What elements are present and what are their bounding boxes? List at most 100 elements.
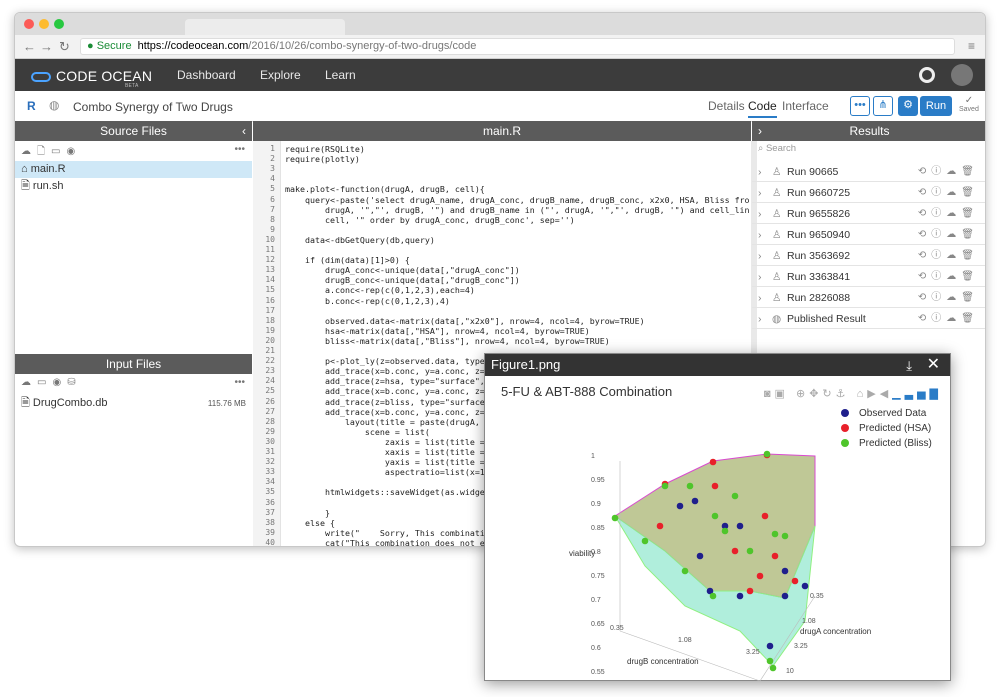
download-icon[interactable]: ☁: [946, 250, 961, 261]
info-icon[interactable]: ⓘ: [931, 187, 946, 198]
tab-code[interactable]: Code: [748, 99, 777, 118]
history-icon[interactable]: ⟲: [918, 292, 931, 303]
reload-icon[interactable]: ↻: [59, 39, 70, 55]
history-icon[interactable]: ⟲: [918, 229, 931, 240]
download-icon[interactable]: ⤓: [906, 355, 912, 377]
trash-icon[interactable]: 🗑: [961, 208, 979, 219]
trash-icon[interactable]: 🗑: [961, 166, 979, 177]
new-file-icon[interactable]: 🗋: [37, 146, 45, 157]
browser-tab[interactable]: [185, 19, 345, 35]
bliss-point[interactable]: [746, 547, 754, 555]
history-icon[interactable]: ⟲: [918, 313, 931, 324]
history-icon[interactable]: ⟲: [918, 271, 931, 282]
bliss-point[interactable]: [681, 567, 689, 575]
history-icon[interactable]: ⟲: [918, 208, 931, 219]
chevron-right-icon[interactable]: ›: [758, 225, 762, 245]
file-item[interactable]: ⌂ main.R: [15, 161, 252, 178]
info-icon[interactable]: ⓘ: [931, 271, 946, 282]
hsa-point[interactable]: [731, 547, 739, 555]
download-icon[interactable]: ☁: [946, 208, 961, 219]
bliss-point[interactable]: [781, 532, 789, 540]
result-row[interactable]: › ♙ Run 9655826 ⟲ⓘ☁🗑: [752, 204, 985, 224]
brand-logo[interactable]: CODE OCEAN BETA: [31, 68, 152, 89]
observed-point[interactable]: [781, 592, 789, 600]
close-window-icon[interactable]: [24, 19, 34, 29]
nav-learn[interactable]: Learn: [325, 68, 356, 82]
hsa-point[interactable]: [791, 577, 799, 585]
result-row[interactable]: › ♙ Run 3363841 ⟲ⓘ☁🗑: [752, 267, 985, 287]
result-row[interactable]: › ♙ Run 90665 ⟲ⓘ☁🗑: [752, 162, 985, 182]
bliss-point[interactable]: [721, 527, 729, 535]
download-icon[interactable]: ☁: [946, 292, 961, 303]
hsa-point[interactable]: [761, 512, 769, 520]
observed-point[interactable]: [736, 522, 744, 530]
more-icon[interactable]: •••: [234, 377, 245, 388]
hsa-point[interactable]: [771, 552, 779, 560]
menu-icon[interactable]: ≡: [968, 39, 975, 53]
observed-point[interactable]: [696, 552, 704, 560]
hsa-point[interactable]: [656, 522, 664, 530]
more-icon[interactable]: •••: [234, 144, 245, 155]
collapse-left-icon[interactable]: ‹: [242, 121, 246, 141]
chevron-right-icon[interactable]: ›: [758, 246, 762, 266]
bliss-point[interactable]: [711, 512, 719, 520]
result-row[interactable]: › ♙ Run 9660725 ⟲ⓘ☁🗑: [752, 183, 985, 203]
result-row[interactable]: › ♙ Run 9650940 ⟲ⓘ☁🗑: [752, 225, 985, 245]
back-icon[interactable]: ←: [23, 39, 36, 54]
observed-point[interactable]: [691, 497, 699, 505]
chevron-right-icon[interactable]: ›: [758, 162, 762, 182]
settings-button[interactable]: ⚙: [898, 96, 918, 116]
info-icon[interactable]: ⓘ: [931, 250, 946, 261]
observed-point[interactable]: [781, 567, 789, 575]
collapse-right-icon[interactable]: ›: [758, 121, 762, 141]
database-icon[interactable]: ⛁: [67, 377, 75, 388]
hsa-point[interactable]: [709, 458, 717, 466]
info-icon[interactable]: ⓘ: [931, 292, 946, 303]
history-icon[interactable]: ⟲: [918, 187, 931, 198]
info-icon[interactable]: ⓘ: [931, 166, 946, 177]
file-item[interactable]: 🗎 run.sh: [15, 178, 252, 195]
chevron-right-icon[interactable]: ›: [758, 267, 762, 287]
maximize-window-icon[interactable]: [54, 19, 64, 29]
bliss-point[interactable]: [766, 657, 774, 665]
info-icon[interactable]: ⓘ: [931, 229, 946, 240]
download-icon[interactable]: ☁: [946, 166, 961, 177]
close-icon[interactable]: ✕: [927, 354, 940, 376]
history-icon[interactable]: ⟲: [918, 166, 931, 177]
bliss-point[interactable]: [731, 492, 739, 500]
run-button[interactable]: Run: [920, 96, 952, 116]
bliss-point[interactable]: [661, 482, 669, 490]
help-icon[interactable]: [919, 67, 935, 83]
trash-icon[interactable]: 🗑: [961, 187, 979, 198]
results-search[interactable]: ⌕ Search: [758, 143, 796, 154]
share-button[interactable]: ⋔: [873, 96, 893, 116]
avatar[interactable]: [951, 64, 973, 86]
info-icon[interactable]: ⓘ: [931, 208, 946, 219]
upload-icon[interactable]: ☁: [21, 377, 31, 388]
bliss-point[interactable]: [769, 664, 777, 672]
trash-icon[interactable]: 🗑: [961, 229, 979, 240]
bliss-point[interactable]: [686, 482, 694, 490]
nav-explore[interactable]: Explore: [260, 68, 301, 82]
new-folder-icon[interactable]: ▭: [51, 146, 60, 157]
result-row[interactable]: › ♙ Run 3563692 ⟲ⓘ☁🗑: [752, 246, 985, 266]
chevron-right-icon[interactable]: ›: [758, 288, 762, 308]
info-icon[interactable]: ⓘ: [931, 313, 946, 324]
url-field[interactable]: ● Secure https://codeocean.com/2016/10/26…: [80, 38, 955, 55]
bliss-point[interactable]: [611, 514, 619, 522]
result-row[interactable]: › ◍ Published Result ⟲ⓘ☁🗑: [752, 309, 985, 329]
upload-icon[interactable]: ☁: [21, 146, 31, 157]
new-folder-icon[interactable]: ▭: [37, 377, 46, 388]
observed-point[interactable]: [676, 502, 684, 510]
trash-icon[interactable]: 🗑: [961, 250, 979, 261]
chevron-right-icon[interactable]: ›: [758, 204, 762, 224]
chevron-right-icon[interactable]: ›: [758, 309, 762, 329]
github-icon[interactable]: ◉: [67, 146, 76, 157]
bliss-point[interactable]: [771, 530, 779, 538]
trash-icon[interactable]: 🗑: [961, 313, 979, 324]
bliss-point[interactable]: [763, 450, 771, 458]
download-icon[interactable]: ☁: [946, 229, 961, 240]
observed-point[interactable]: [736, 592, 744, 600]
download-icon[interactable]: ☁: [946, 271, 961, 282]
result-row[interactable]: › ♙ Run 2826088 ⟲ⓘ☁🗑: [752, 288, 985, 308]
